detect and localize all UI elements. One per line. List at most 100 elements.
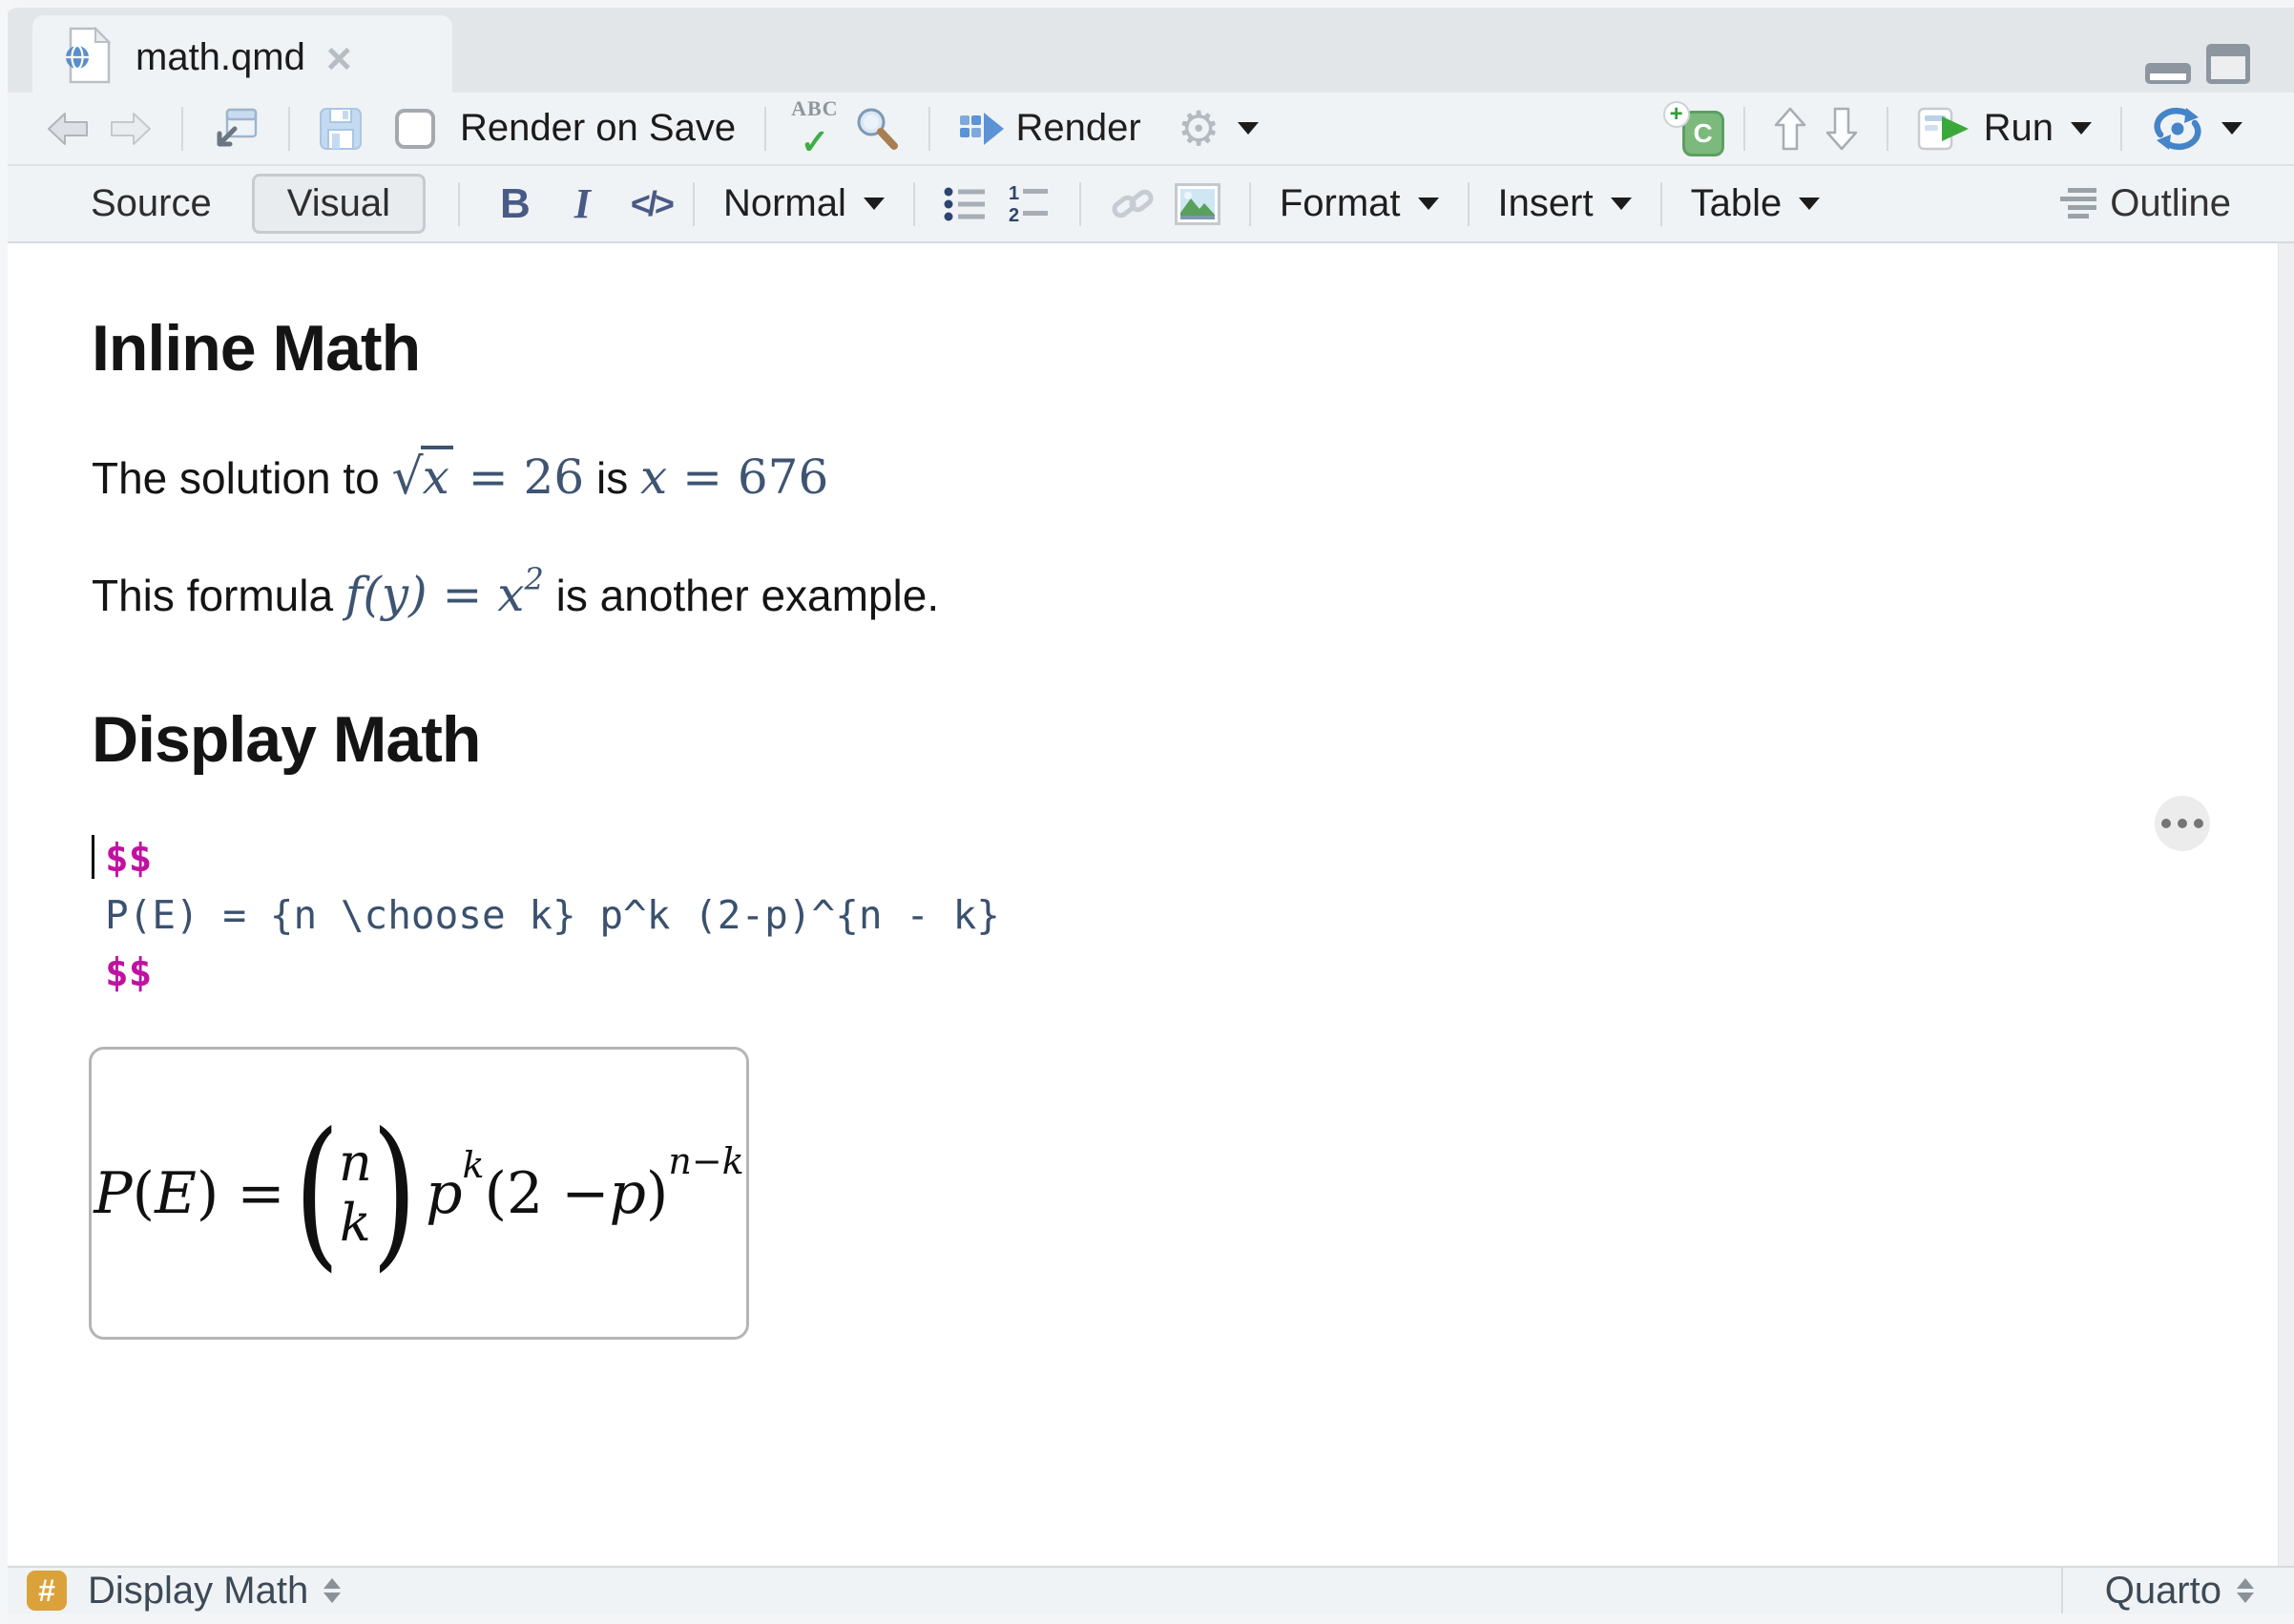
code-line-latex: P(E) = {n \choose k} p^k (2-p)^{n - k} <box>105 892 1000 938</box>
chevron-down-icon <box>1610 198 1632 210</box>
eq-var: p <box>426 1159 463 1227</box>
find-replace-button[interactable] <box>845 102 909 156</box>
italic-button[interactable]: I <box>567 179 598 228</box>
forward-button[interactable] <box>99 107 162 151</box>
render-on-save-checkbox[interactable] <box>395 108 435 149</box>
more-options-button[interactable] <box>2155 796 2210 851</box>
sqrt-symbol: √ <box>391 448 424 506</box>
eq-factor: (2 − <box>484 1159 610 1227</box>
tab-title: math.qmd <box>136 36 305 78</box>
format-selector[interactable]: Quarto <box>2060 1568 2279 1614</box>
display-math-source-block[interactable]: $$ P(E) = {n \choose k} p^k (2-p)^{n - k… <box>92 829 2294 1001</box>
format-menu-label: Format <box>1279 182 1401 224</box>
spellcheck-button[interactable]: ABC ✓ <box>785 97 844 159</box>
bullet-list-button[interactable] <box>934 180 997 228</box>
gear-icon: ⚙ <box>1177 101 1220 156</box>
insert-image-button[interactable] <box>1165 179 1230 229</box>
ellipsis-icon <box>2161 819 2171 828</box>
forward-arrow-icon <box>111 112 151 145</box>
code-line-close: $$ <box>105 944 2294 1001</box>
bold-button[interactable]: B <box>492 180 538 228</box>
render-on-save-checkbox-group[interactable]: Render on Save <box>386 103 745 154</box>
table-menu-label: Table <box>1690 182 1783 224</box>
separator <box>928 106 930 151</box>
eq-paren: ( <box>132 1159 156 1227</box>
eq-paren: ) <box>645 1159 669 1227</box>
math-expression: f(y) = x <box>344 567 525 622</box>
qmd-file-icon <box>65 26 113 89</box>
code-line-open: $$ <box>92 829 2294 886</box>
paragraph-style-value: Normal <box>722 182 846 224</box>
block-type-spinner-icon[interactable] <box>323 1578 342 1603</box>
numbered-list-button[interactable]: 1 2 <box>997 179 1060 229</box>
insert-link-button[interactable] <box>1100 181 1165 227</box>
run-next-chunks-button[interactable] <box>1816 103 1867 155</box>
tab-math-qmd[interactable]: math.qmd × <box>32 15 452 100</box>
render-label: Render <box>1015 107 1141 149</box>
link-icon <box>1112 189 1154 218</box>
back-button[interactable] <box>36 107 99 151</box>
separator <box>1742 106 1745 151</box>
save-button[interactable] <box>309 103 372 155</box>
heading-display-math: Display Math <box>92 703 481 776</box>
insert-menu[interactable]: Insert <box>1489 178 1641 229</box>
format-name: Quarto <box>2104 1569 2221 1612</box>
run-previous-chunks-button[interactable] <box>1764 103 1816 155</box>
math-rhs: = 676 <box>667 449 829 505</box>
format-toolbar: Source Visual B I </> Normal 1 2 Format … <box>8 164 2294 243</box>
chevron-down-icon <box>2221 122 2242 135</box>
text-run: This formula <box>92 571 345 620</box>
popout-window-icon <box>217 108 258 146</box>
inline-code-button[interactable]: </> <box>623 184 679 224</box>
math-delimiter: $$ <box>105 949 153 995</box>
text-run: The solution to <box>92 453 392 503</box>
block-type-selector[interactable]: Display Math <box>88 1570 308 1613</box>
source-mode-toggle[interactable]: Source <box>72 175 231 233</box>
visual-mode-toggle[interactable]: Visual <box>251 174 426 234</box>
rerun-button[interactable] <box>2141 103 2252 155</box>
block-type-icon: # <box>27 1571 67 1611</box>
outline-toggle[interactable]: Outline <box>2060 182 2231 225</box>
numbered-list-icon: 1 2 <box>1009 183 1048 225</box>
separator <box>1659 181 1662 226</box>
eq-superscript: n−k <box>668 1139 744 1182</box>
separator <box>764 106 767 151</box>
eq-var: P <box>94 1159 133 1227</box>
ellipsis-icon <box>2178 819 2187 828</box>
separator <box>2120 106 2122 151</box>
editor-tab-bar: math.qmd × <box>8 0 2294 100</box>
up-arrow-icon <box>1774 107 1805 150</box>
chevron-down-icon <box>1799 198 1821 210</box>
heading-inline-math: Inline Math <box>92 312 421 385</box>
open-in-new-window-button[interactable] <box>202 102 269 156</box>
tab-close-icon[interactable]: × <box>326 36 352 80</box>
math-preview-panel: P(E) = ( n k ) p k (2 − p) n−k <box>89 1047 749 1340</box>
binomial-top: n <box>339 1133 372 1194</box>
separator <box>457 181 460 226</box>
run-button[interactable]: Run <box>1908 103 2101 155</box>
down-triangle-icon <box>2237 1593 2254 1603</box>
insert-chunk-button[interactable]: C + <box>1662 100 1724 156</box>
render-options-button[interactable]: ⚙ <box>1168 101 1268 156</box>
visual-editor-canvas[interactable]: Inline Math The solution to √x = 26 is x… <box>8 243 2294 1566</box>
separator <box>181 106 183 151</box>
binomial-bottom: k <box>340 1192 371 1253</box>
separator <box>912 181 915 226</box>
paragraph-style-dropdown[interactable]: Normal <box>714 178 894 229</box>
separator <box>1467 181 1470 226</box>
paragraph-inline-math-2: This formula f(y) = x2 is another exampl… <box>92 561 2294 629</box>
math-delimiter: $$ <box>105 835 153 881</box>
plus-icon: + <box>1662 100 1690 128</box>
table-menu[interactable]: Table <box>1681 178 1830 229</box>
maximize-icon[interactable] <box>2206 44 2250 89</box>
image-icon <box>1174 182 1220 225</box>
svg-text:1: 1 <box>1009 183 1019 204</box>
render-button[interactable]: Render <box>949 103 1151 154</box>
chevron-down-icon <box>2071 122 2092 135</box>
up-triangle-icon <box>2237 1578 2254 1589</box>
chevron-down-icon <box>863 198 885 210</box>
scrollbar-gutter[interactable] <box>2278 243 2294 1566</box>
format-menu[interactable]: Format <box>1270 178 1449 229</box>
minimize-icon[interactable] <box>2145 63 2191 89</box>
eq-superscript: k <box>462 1143 485 1186</box>
